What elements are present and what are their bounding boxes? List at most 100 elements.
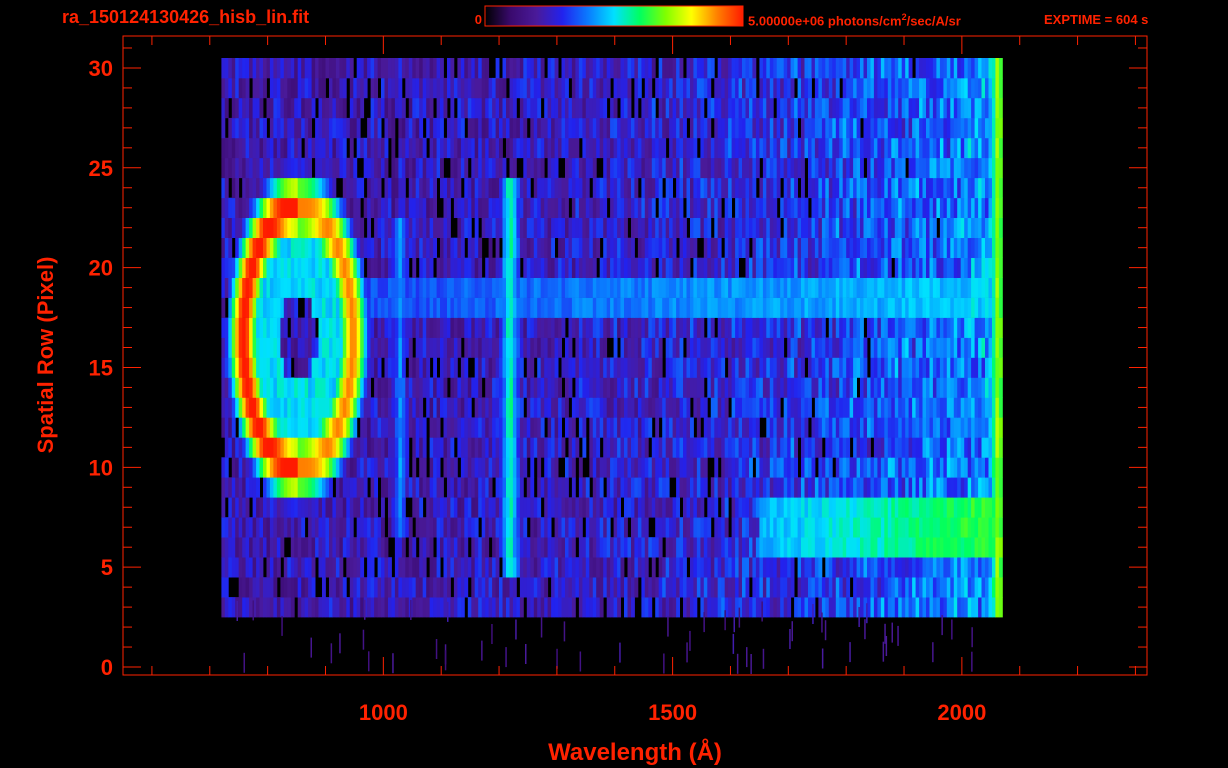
heatmap-cell — [492, 377, 496, 398]
heatmap-cell — [263, 497, 267, 518]
heatmap-cell — [578, 157, 583, 179]
heatmap-cell — [419, 417, 424, 438]
heatmap-cell — [464, 477, 469, 498]
heatmap-cell — [238, 157, 243, 179]
heatmap-cell — [898, 197, 903, 218]
heatmap-cell — [912, 477, 916, 498]
heatmap-cell — [683, 597, 687, 618]
heatmap-cell — [846, 457, 851, 478]
heatmap-cell — [624, 237, 628, 258]
heatmap-cell — [381, 337, 385, 358]
heatmap-cell — [936, 237, 941, 258]
heatmap-cell — [825, 177, 830, 199]
heatmap-cell — [485, 217, 490, 238]
heatmap-cell — [887, 397, 892, 418]
heatmap-cell — [610, 197, 614, 218]
heatmap-cell — [610, 277, 614, 298]
heatmap-cell — [308, 397, 312, 418]
heatmap-cell — [794, 597, 798, 618]
heatmap-cell — [259, 197, 264, 218]
heatmap-cell — [280, 317, 285, 338]
heatmap-cell — [453, 157, 458, 179]
heatmap-cell — [408, 557, 413, 578]
heatmap-cell — [731, 477, 736, 498]
heatmap-cell — [686, 377, 691, 398]
heatmap-cell — [391, 297, 396, 318]
heatmap-cell — [641, 517, 646, 538]
heatmap-cell — [658, 237, 663, 258]
heatmap-cell — [644, 437, 649, 458]
heatmap-cell — [450, 137, 455, 159]
heatmap-cell — [481, 537, 486, 558]
heatmap-cell — [884, 537, 889, 558]
heatmap-cell — [738, 437, 743, 458]
heatmap-cell — [735, 397, 739, 418]
heatmap-cell — [790, 157, 795, 179]
heatmap-cell — [637, 417, 642, 438]
heatmap-cell — [939, 317, 944, 338]
heatmap-cell — [485, 357, 490, 378]
heatmap-cell — [811, 337, 816, 358]
heatmap-cell — [492, 597, 496, 618]
heatmap-cell — [283, 317, 288, 338]
heatmap-cell — [686, 517, 691, 538]
heatmap-cell — [814, 577, 819, 598]
heatmap-cell — [499, 197, 503, 218]
heatmap-cell — [922, 597, 927, 618]
heatmap-cell — [408, 357, 413, 378]
heatmap-cell — [922, 437, 927, 458]
heatmap-cell — [384, 357, 389, 378]
heatmap-cell — [620, 217, 625, 238]
heatmap-cell — [231, 557, 236, 578]
heatmap-cell — [634, 337, 639, 358]
heatmap-cell — [960, 537, 965, 558]
heatmap-cell — [780, 577, 785, 598]
heatmap-cell — [512, 517, 517, 538]
heatmap-cell — [276, 517, 281, 538]
heatmap-cell — [443, 277, 448, 298]
heatmap-cell — [887, 237, 892, 258]
heatmap-cell — [405, 457, 410, 478]
heatmap-cell — [894, 197, 899, 218]
heatmap-cell — [509, 277, 514, 298]
heatmap-cell — [644, 577, 649, 598]
heatmap-cell — [516, 337, 521, 358]
heatmap-cell — [776, 217, 781, 238]
heatmap-cell — [960, 157, 965, 179]
heatmap-cell — [342, 597, 347, 618]
heatmap-cell — [842, 297, 847, 318]
heatmap-cell — [589, 257, 594, 278]
heatmap-cell — [544, 217, 549, 238]
heatmap-cell — [610, 217, 614, 238]
heatmap-cell — [478, 197, 483, 218]
heatmap-cell — [575, 197, 580, 218]
heatmap-cell — [394, 297, 399, 318]
heatmap-cell — [353, 597, 358, 618]
heatmap-cell — [714, 377, 719, 398]
heatmap-cell — [846, 537, 851, 558]
heatmap-cell — [849, 177, 854, 199]
heatmap-cell — [346, 477, 351, 498]
heatmap-cell — [516, 417, 521, 438]
heatmap-cell — [266, 437, 271, 458]
heatmap-cell — [658, 397, 663, 418]
heatmap-cell — [669, 537, 673, 558]
heatmap-cell — [485, 277, 490, 298]
heatmap-cell — [537, 317, 542, 338]
heatmap-cell — [471, 297, 476, 318]
heatmap-cell — [436, 137, 441, 159]
heatmap-cell — [433, 277, 437, 298]
heatmap-cell — [929, 497, 934, 518]
heatmap-cell — [509, 137, 514, 159]
heatmap-cell — [526, 297, 531, 318]
heatmap-cell — [873, 397, 878, 418]
heatmap-cell — [290, 557, 295, 578]
heatmap-cell — [783, 597, 788, 618]
heatmap-cell — [967, 317, 972, 338]
heatmap-cell — [592, 357, 597, 378]
heatmap-cell — [641, 217, 646, 238]
heatmap-cell — [565, 217, 569, 238]
heatmap-cell — [485, 597, 490, 618]
heatmap-cell — [818, 477, 823, 498]
heatmap-cell — [901, 537, 906, 558]
